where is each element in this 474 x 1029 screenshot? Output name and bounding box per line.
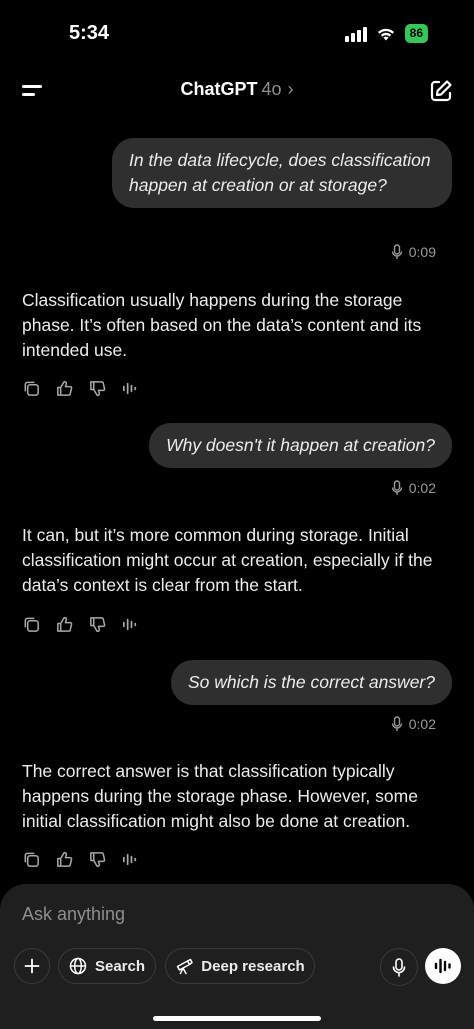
user-message: In the data lifecycle, does classificati… [112,138,452,208]
thumbs-up-icon[interactable] [55,615,74,634]
app-title: ChatGPT [180,79,258,99]
message-actions [22,378,140,398]
duration-text: 0:02 [408,480,436,496]
user-message-text: Why doesn't it happen at creation? [166,435,435,455]
voice-duration: 0:02 [391,716,436,732]
chevron-right-icon: › [287,79,294,99]
new-chat-icon[interactable] [428,78,454,104]
assistant-message: The correct answer is that classificatio… [22,761,418,831]
microphone-icon [391,480,402,495]
voice-duration: 0:02 [391,480,436,496]
duration-text: 0:09 [408,244,436,260]
copy-icon[interactable] [22,615,41,634]
copy-icon[interactable] [22,850,41,869]
status-icons: 86 [344,24,428,43]
thumbs-up-icon[interactable] [55,850,74,869]
search-button[interactable]: Search [58,948,156,984]
assistant-message: It can, but it’s more common during stor… [22,525,433,595]
model-selector[interactable]: ChatGPT 4o › [0,79,474,100]
thumbs-down-icon[interactable] [88,850,107,869]
search-label: Search [94,957,146,975]
user-message: So which is the correct answer? [170,660,452,705]
deep-research-label: Deep research [201,957,305,975]
message-actions [22,614,140,634]
status-time: 5:34 [69,22,110,44]
read-aloud-icon[interactable] [121,850,140,869]
battery-indicator: 86 [404,24,428,43]
dictate-button[interactable] [380,948,418,986]
voice-mode-button[interactable] [425,948,461,984]
status-bar: 5:34 86 [0,0,474,70]
battery-level: 86 [409,26,423,40]
voice-waveform-icon [434,958,451,974]
app-header: ChatGPT 4o › [0,70,474,112]
message-actions [22,849,140,869]
cellular-signal-icon [344,26,367,42]
thumbs-down-icon[interactable] [88,615,107,634]
microphone-icon [391,244,402,259]
deep-research-button[interactable]: Deep research [165,948,315,984]
read-aloud-icon[interactable] [121,379,140,398]
thumbs-up-icon[interactable] [55,379,74,398]
message-input[interactable]: Ask anything [22,904,125,925]
duration-text: 0:02 [408,716,436,732]
wifi-icon [377,28,394,40]
add-attachment-button[interactable] [14,948,50,984]
copy-icon[interactable] [22,379,41,398]
thumbs-down-icon[interactable] [88,379,107,398]
plus-icon [24,958,40,974]
globe-icon [69,957,87,975]
read-aloud-icon[interactable] [121,615,140,634]
telescope-icon [177,958,194,975]
voice-duration: 0:09 [391,244,436,260]
assistant-message: Classification usually happens during th… [22,290,422,360]
microphone-icon [392,957,406,977]
user-message-text: In the data lifecycle, does classificati… [129,150,431,195]
model-name: 4o [261,79,282,99]
home-indicator [153,1016,321,1021]
user-message-text: So which is the correct answer? [187,672,435,692]
composer: Ask anything Search Deep research [0,884,474,1029]
user-message: Why doesn't it happen at creation? [149,423,452,468]
microphone-icon [391,716,402,731]
